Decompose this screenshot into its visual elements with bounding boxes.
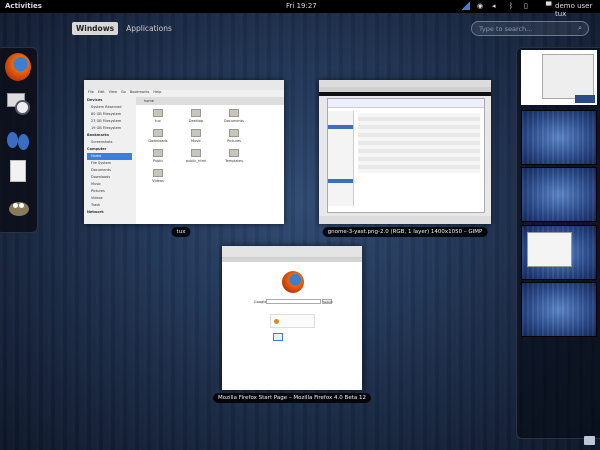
battery-icon[interactable]: ▯: [524, 2, 528, 10]
workspace-4[interactable]: [521, 225, 597, 280]
sidebar-item[interactable]: 80 GB Filesystem: [87, 111, 132, 118]
folder-icon: [191, 109, 201, 117]
folder-item[interactable]: Public: [146, 149, 170, 163]
bluetooth-icon[interactable]: ᛒ: [509, 2, 513, 10]
accessibility-icon[interactable]: ◉: [477, 2, 483, 10]
folder-label: Templates: [225, 159, 243, 163]
folder-item[interactable]: public_html: [184, 149, 208, 163]
folder-label: public_html: [185, 159, 207, 163]
menu-view[interactable]: View: [109, 90, 117, 96]
empathy-icon[interactable]: [5, 124, 31, 152]
file-view: home tux Desktop Documents Downloads Music Pi…: [136, 97, 284, 224]
tab-windows[interactable]: Windows: [72, 22, 119, 35]
user-menu[interactable]: demo user tux: [555, 2, 600, 18]
search-input[interactable]: Type to search... ⌕: [471, 21, 589, 36]
folder-label: Pictures: [227, 139, 241, 143]
top-bar: Activities Fri 19:27 ◉ ◂ ᛒ ▯ ▀ demo user…: [0, 0, 600, 18]
sidebar-heading: Network: [87, 210, 104, 214]
search-placeholder: Type to search...: [479, 25, 533, 33]
sync-icon[interactable]: [273, 333, 283, 341]
google-search-button[interactable]: Search: [322, 299, 333, 304]
gimp-icon[interactable]: [5, 194, 31, 222]
workspace-2[interactable]: [521, 110, 597, 165]
folder-item[interactable]: Pictures: [222, 129, 246, 143]
folder-item[interactable]: Documents: [222, 109, 246, 123]
firefox-icon[interactable]: [5, 53, 31, 81]
network-icon[interactable]: [462, 1, 470, 10]
location-bar[interactable]: home: [136, 97, 284, 105]
menu-bar: File Edit View Go Bookmarks Help: [84, 90, 284, 96]
folder-item[interactable]: Downloads: [146, 129, 170, 143]
folder-icon: [153, 109, 163, 117]
volume-icon[interactable]: ◂: [492, 2, 496, 10]
sidebar-item[interactable]: Videos: [87, 195, 132, 202]
sidebar-heading: Bookmarks: [87, 133, 109, 137]
folder-label: Music: [191, 139, 201, 143]
folder-item[interactable]: tux: [146, 109, 170, 123]
workspace-5[interactable]: [521, 282, 597, 337]
folder-item[interactable]: Templates: [222, 149, 246, 163]
sidebar-heading: Devices: [87, 98, 103, 102]
sidebar-item[interactable]: Music: [87, 181, 132, 188]
sidebar: Devices System Reserved 80 GB Filesystem…: [87, 97, 132, 221]
sidebar-item[interactable]: Documents: [87, 167, 132, 174]
folder-icon: [229, 129, 239, 137]
folder-label: Downloads: [148, 139, 168, 143]
folder-icon: [153, 129, 163, 137]
window-caption: gnome-3-yast.png-2.0 (RGB, 1 layer) 1400…: [322, 227, 488, 237]
workspace-3[interactable]: [521, 167, 597, 222]
sidebar-item[interactable]: Downloads: [87, 174, 132, 181]
window-nautilus[interactable]: File Edit View Go Bookmarks Help Devices…: [84, 80, 284, 224]
google-search-input[interactable]: [266, 299, 321, 304]
document-icon[interactable]: [5, 158, 31, 186]
folder-icon: [191, 149, 201, 157]
sidebar-item[interactable]: Trash: [87, 202, 132, 209]
firefox-logo-icon: [282, 271, 304, 293]
folder-icon: [153, 149, 163, 157]
window-caption: Mozilla Firefox Start Page – Mozilla Fir…: [213, 393, 371, 403]
folder-icon: [191, 129, 201, 137]
sidebar-item[interactable]: 23 GB Filesystem: [87, 118, 132, 125]
sidebar-item[interactable]: Screenshots: [87, 139, 132, 146]
menu-go[interactable]: Go: [121, 90, 126, 96]
folder-item[interactable]: Desktop: [184, 109, 208, 123]
window-caption: tux: [171, 227, 191, 237]
folder-item[interactable]: Videos: [146, 169, 170, 183]
window-gimp[interactable]: [319, 80, 491, 224]
window-firefox[interactable]: Google Search: [222, 246, 362, 390]
sidebar-item[interactable]: File System: [87, 160, 132, 167]
menu-edit[interactable]: Edit: [98, 90, 105, 96]
notice-box: [270, 314, 315, 328]
clock[interactable]: Fri 19:27: [286, 2, 317, 10]
folder-icon: [229, 109, 239, 117]
folder-label: Documents: [224, 119, 244, 123]
view-selector: Windows Applications: [72, 22, 176, 35]
tab-applications[interactable]: Applications: [122, 22, 176, 35]
sidebar-item[interactable]: Pictures: [87, 188, 132, 195]
menu-help[interactable]: Help: [153, 90, 161, 96]
folder-label: tux: [155, 119, 161, 123]
sidebar-item-selected[interactable]: Home: [87, 153, 132, 160]
folder-label: Desktop: [188, 119, 204, 123]
search-icon: ⌕: [578, 24, 582, 32]
sidebar-item[interactable]: 19 GB Filesystem: [87, 125, 132, 132]
dash: [0, 47, 38, 233]
folder-item[interactable]: Music: [184, 129, 208, 143]
google-label: Google: [254, 300, 267, 304]
folder-label: Videos: [152, 179, 164, 183]
mail-clock-icon[interactable]: [5, 90, 31, 118]
menu-bookmarks[interactable]: Bookmarks: [130, 90, 150, 96]
message-tray-icon[interactable]: [584, 436, 595, 445]
sidebar-item[interactable]: System Reserved: [87, 104, 132, 111]
folder-label: Public: [152, 159, 164, 163]
folder-icon: [229, 149, 239, 157]
workspace-1[interactable]: [521, 50, 597, 105]
chat-icon: ▀: [546, 2, 552, 10]
menu-file[interactable]: File: [88, 90, 94, 96]
sidebar-heading: Computer: [87, 147, 107, 151]
folder-icon: [153, 169, 163, 177]
activities-button[interactable]: Activities: [5, 2, 42, 10]
